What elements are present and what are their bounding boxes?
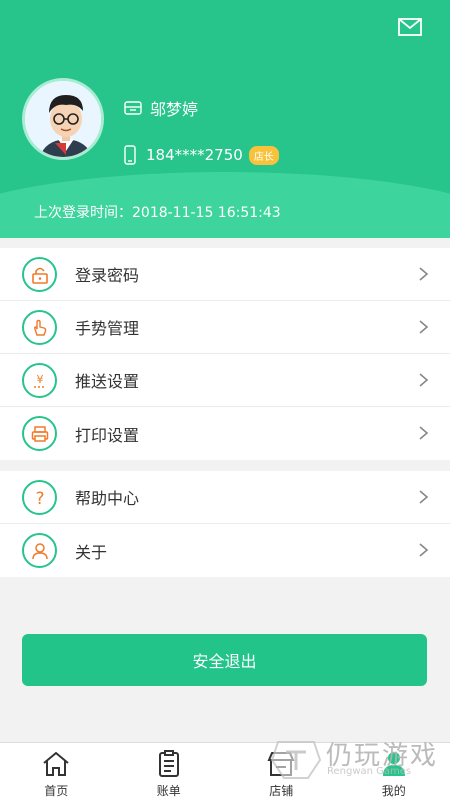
menu-item-help-center[interactable]: ? 帮助中心 [0,471,450,524]
menu-item-label: 手势管理 [75,319,140,338]
avatar-image [25,81,101,157]
logout-button[interactable]: 安全退出 [22,634,427,686]
menu-item-about[interactable]: 关于 [0,524,450,577]
user-name: 邬梦婷 [150,100,199,119]
question-icon: ? [22,480,57,515]
chevron-right-icon [419,320,429,334]
chevron-right-icon [419,373,429,387]
profile-header: 邬梦婷 184****2750 店长 上次登录时间：2018-11-15 16:… [0,0,450,238]
chevron-right-icon [419,267,429,281]
clipboard-icon [158,750,179,777]
role-badge: 店长 [248,145,279,165]
chevron-right-icon [419,426,429,440]
chevron-right-icon [419,490,429,504]
lock-icon [22,257,57,292]
chevron-right-icon [419,543,429,557]
phone-row: 184****2750 店长 [124,145,279,165]
tab-label: 首页 [44,784,69,798]
mail-icon[interactable] [398,18,422,36]
menu-item-label: 关于 [75,542,108,562]
tab-label: 账单 [156,784,181,798]
printer-icon [22,416,57,451]
phone-number: 184****2750 [146,146,243,164]
gesture-hand-icon [22,310,57,345]
phone-icon [124,145,136,165]
menu-item-label: 推送设置 [75,372,140,391]
last-login-time: 上次登录时间：2018-11-15 16:51:43 [34,205,281,221]
user-icon [22,533,57,568]
menu-item-label: 登录密码 [75,266,140,285]
menu-item-push-settings[interactable]: ¥ 推送设置 [0,354,450,407]
svg-text:¥: ¥ [36,373,43,386]
menu-item-label: 打印设置 [75,425,140,445]
home-icon [43,751,69,776]
settings-group-help: ? 帮助中心 关于 [0,471,450,577]
settings-group-account: 登录密码 手势管理 ¥ 推送设置 打印设置 [0,248,450,460]
menu-item-print-settings[interactable]: 打印设置 [0,407,450,460]
menu-item-login-password[interactable]: 登录密码 [0,248,450,301]
menu-item-label: 帮助中心 [75,489,140,508]
tab-bills[interactable]: 账单 [113,743,226,800]
yen-push-icon: ¥ [22,363,57,398]
tab-home[interactable]: 首页 [0,743,113,800]
avatar[interactable] [22,78,104,160]
store-icon [124,101,142,115]
menu-item-gesture[interactable]: 手势管理 [0,301,450,354]
svg-text:?: ? [35,489,44,507]
watermark-subtitle: Rengwan Games [327,766,412,777]
user-name-row: 邬梦婷 [124,96,198,120]
